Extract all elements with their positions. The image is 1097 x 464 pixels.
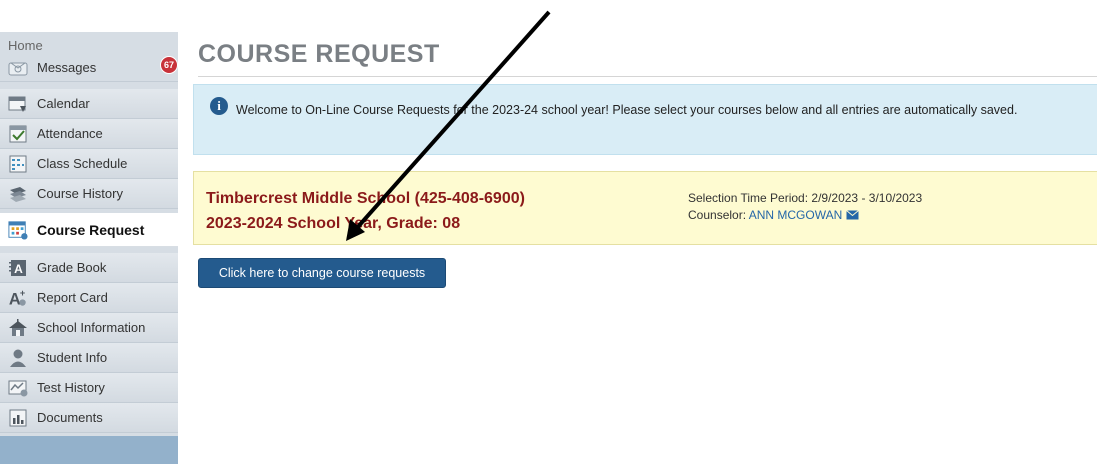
annotation-arrow [346,10,551,241]
